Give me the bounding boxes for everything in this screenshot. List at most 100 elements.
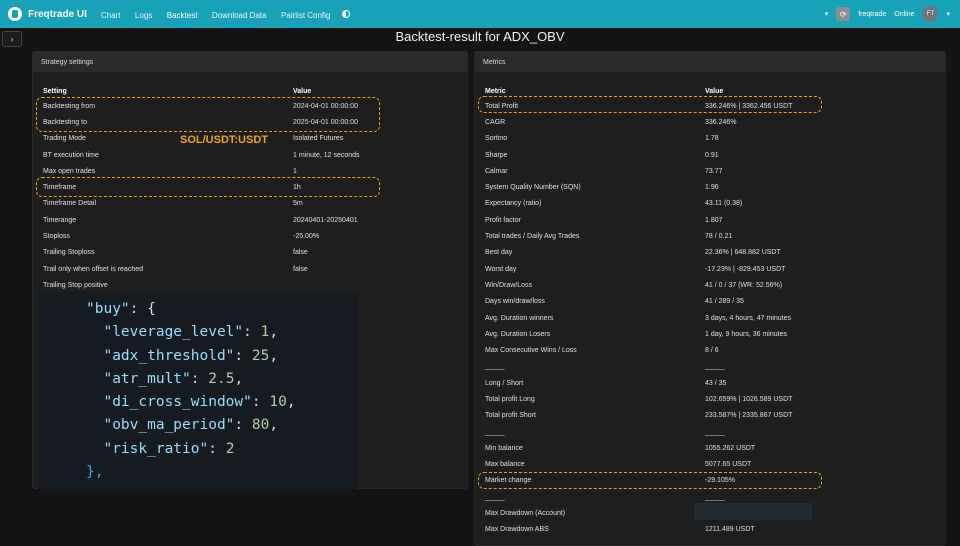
table-row: System Quality Number (SQN) 1.96 bbox=[485, 179, 935, 195]
metric-value: 1.807 bbox=[705, 216, 723, 224]
metric-name: Sortino bbox=[485, 135, 508, 143]
table-row: CAGR 336.246% bbox=[485, 114, 935, 130]
highlight-backtest-range bbox=[36, 97, 380, 132]
bot-status: Online bbox=[894, 10, 915, 18]
code-brace: }, bbox=[86, 464, 104, 481]
table-row: Profit factor 1.807 bbox=[485, 212, 935, 228]
code-key: "adx_threshold" bbox=[103, 347, 235, 364]
setting-name: BT execution time bbox=[43, 151, 99, 159]
metric-name: _____ bbox=[485, 493, 505, 501]
table-row: Avg. Duration Losers 1 day, 9 hours, 36 m… bbox=[485, 326, 935, 342]
setting-name: Stoploss bbox=[43, 233, 70, 241]
metric-value: 43.11 (0.38) bbox=[705, 200, 743, 208]
setting-name: Timerange bbox=[43, 216, 77, 224]
metrics-header: Metrics bbox=[475, 52, 945, 72]
metric-name: Days win/draw/loss bbox=[485, 298, 545, 306]
metric-value: 73.77 bbox=[705, 167, 723, 175]
table-row: Max Drawdown ABS 1211.489 USDT bbox=[485, 522, 935, 538]
table-row: Win/Draw/Loss 41 / 0 / 37 (WR: 52.56%) bbox=[485, 277, 935, 293]
metric-value: 3 days, 4 hours, 47 minutes bbox=[705, 314, 791, 322]
metric-name: System Quality Number (SQN) bbox=[485, 184, 581, 192]
metric-name: Avg. Duration winners bbox=[485, 314, 554, 322]
metric-name: Min balance bbox=[485, 444, 523, 452]
code-value: 25 bbox=[251, 347, 270, 364]
navbar-right: ▾ ⟳ freqtrade Online FT ▾ bbox=[825, 0, 950, 28]
metric-value: 0.91 bbox=[705, 151, 719, 159]
metric-value: 5077.65 USDT bbox=[705, 461, 752, 469]
table-row: Total trades / Daily Avg Trades 78 / 0.21 bbox=[485, 228, 935, 244]
metric-name: Calmar bbox=[485, 167, 508, 175]
nav-download-data[interactable]: Download Data bbox=[212, 11, 267, 20]
chevron-down-icon[interactable]: ▾ bbox=[825, 10, 829, 18]
refresh-icon[interactable]: ⟳ bbox=[836, 7, 851, 21]
page-title: Backtest-result for ADX_OBV bbox=[395, 29, 565, 44]
metric-name: Max Consecutive Wins / Loss bbox=[485, 347, 577, 355]
table-row: _____ _____ bbox=[485, 359, 935, 375]
table-row: Max balance 5077.65 USDT bbox=[485, 457, 935, 473]
user-menu-chevron-icon[interactable]: ▾ bbox=[946, 10, 950, 18]
metric-name: Total trades / Daily Avg Trades bbox=[485, 233, 580, 241]
metric-name: Total profit Long bbox=[485, 395, 535, 403]
pair-symbol-label: SOL/USDT:USDT bbox=[180, 134, 268, 146]
nav-chart[interactable]: Chart bbox=[101, 11, 121, 20]
metrics-table: Metric Value Total Profit 336.246% | 3362… bbox=[485, 84, 935, 538]
code-key: "di_cross_window" bbox=[103, 394, 252, 411]
metric-value: _____ bbox=[705, 363, 725, 371]
nav-logs[interactable]: Logs bbox=[135, 11, 152, 20]
bot-name[interactable]: freqtrade bbox=[858, 11, 886, 18]
metric-name: Total profit Short bbox=[485, 412, 536, 420]
metric-name: Sharpe bbox=[485, 151, 508, 159]
code-value: 80 bbox=[251, 417, 270, 434]
metric-value: 43 / 35 bbox=[705, 379, 727, 387]
code-key: "atr_mult" bbox=[103, 370, 191, 387]
freqtrade-logo-icon[interactable] bbox=[8, 7, 22, 21]
table-row: Min balance 1055.262 USDT bbox=[485, 440, 935, 456]
nav-pairlist-config[interactable]: Pairlist Config bbox=[281, 11, 330, 20]
table-row: Long / Short 43 / 35 bbox=[485, 375, 935, 391]
code-key: "risk_ratio" bbox=[103, 440, 209, 457]
metric-name: Long / Short bbox=[485, 379, 524, 387]
setting-value: Isolated Futures bbox=[293, 135, 344, 143]
setting-value: false bbox=[293, 249, 308, 257]
table-row: Expectancy (ratio) 43.11 (0.38) bbox=[485, 196, 935, 212]
nav-backtest[interactable]: Backtest bbox=[167, 11, 198, 20]
table-row: Total profit Long 102.659% | 1026.589 USD… bbox=[485, 391, 935, 407]
code-line: "leverage_level": 1, bbox=[103, 324, 279, 341]
table-row: Timerange 20240401-20250401 bbox=[43, 212, 463, 228]
setting-name: Timeframe Detail bbox=[43, 200, 97, 208]
code-line: }, bbox=[86, 461, 358, 484]
table-row: Timeframe Detail 5m bbox=[43, 196, 463, 212]
highlight-market-change bbox=[478, 472, 822, 489]
strategy-params-code: "buy": { "leverage_level": 1, "adx_thres… bbox=[38, 292, 358, 489]
table-row: Trailing Stoploss false bbox=[43, 245, 463, 261]
avatar[interactable]: FT bbox=[922, 6, 939, 22]
metric-value: 336.246% bbox=[705, 118, 737, 126]
code-value: 2.5 bbox=[208, 370, 235, 387]
table-row: Total profit Short 233.587% | 2335.867 US… bbox=[485, 408, 935, 424]
setting-value: 1 minute, 12 seconds bbox=[293, 151, 360, 159]
metric-name: _____ bbox=[485, 363, 505, 371]
code-line: "obv_ma_period": 80, bbox=[103, 417, 279, 434]
highlight-timeframe bbox=[36, 177, 380, 197]
table-row: Best day 22.36% | 648.882 USDT bbox=[485, 245, 935, 261]
metric-value: 233.587% | 2335.867 USDT bbox=[705, 412, 793, 420]
metric-value: -17.23% | -829.453 USDT bbox=[705, 265, 786, 273]
code-line: "di_cross_window": 10, bbox=[103, 394, 296, 411]
metric-value: 8 / 6 bbox=[705, 347, 719, 355]
code-key: "leverage_level" bbox=[103, 324, 244, 341]
brand-name[interactable]: Freqtrade UI bbox=[28, 9, 87, 20]
metric-name: Max Drawdown (Account) bbox=[485, 510, 566, 518]
metric-name: Profit factor bbox=[485, 216, 521, 224]
code-line: "risk_ratio": 2 bbox=[103, 440, 235, 457]
theme-toggle-icon[interactable] bbox=[342, 10, 351, 18]
code-value: 10 bbox=[269, 394, 287, 411]
code-key: "buy" bbox=[86, 301, 130, 317]
nav-links: Chart Logs Backtest Download Data Pairli… bbox=[101, 5, 340, 23]
metric-value: 41 / 0 / 37 (WR: 52.56%) bbox=[705, 281, 783, 289]
redacted-value bbox=[694, 503, 812, 520]
table-row: Calmar 73.77 bbox=[485, 163, 935, 179]
metric-name: _____ bbox=[485, 428, 505, 436]
metric-name: Expectancy (ratio) bbox=[485, 200, 542, 208]
metric-name: Win/Draw/Loss bbox=[485, 281, 533, 289]
metric-value: 1055.262 USDT bbox=[705, 444, 756, 452]
